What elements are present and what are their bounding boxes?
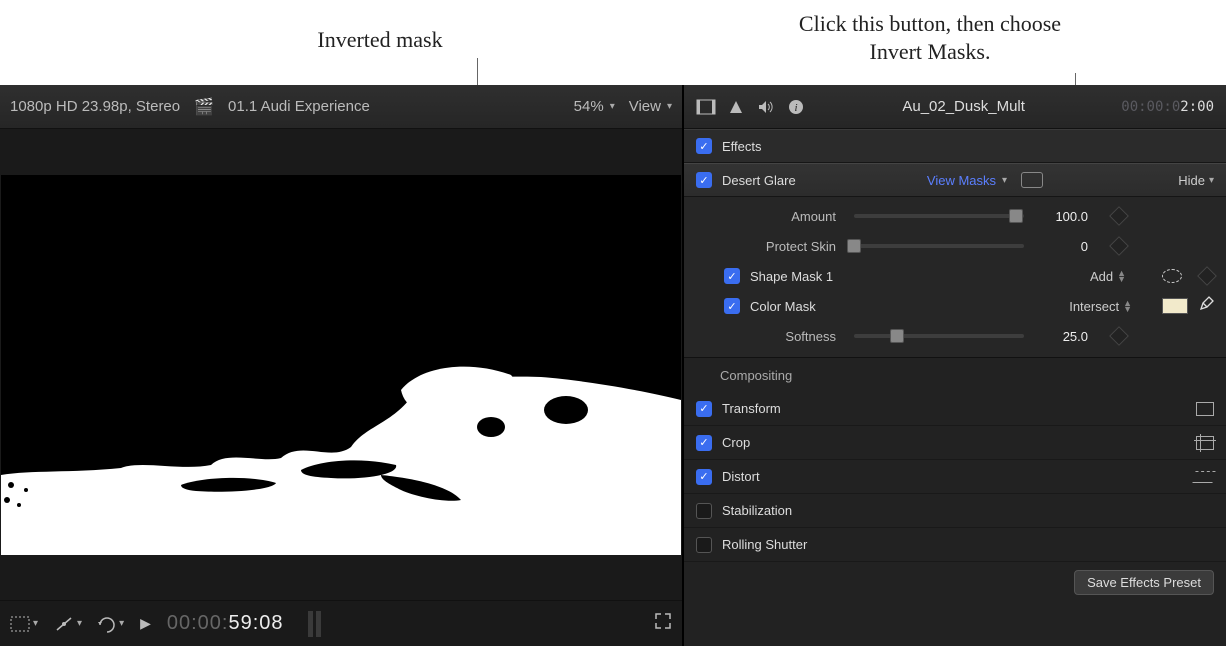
timecode-display[interactable]: 00:00:59:08 (167, 612, 284, 635)
clapperboard-icon: 🎬 (194, 97, 214, 117)
transform-checkbox[interactable] (696, 401, 712, 417)
eyedropper-button[interactable] (1198, 296, 1214, 317)
softness-value[interactable]: 25.0 (1034, 329, 1094, 344)
timecode-dim: 00:00: (167, 612, 229, 634)
app-window: 1080p HD 23.98p, Stereo 🎬 01.1 Audi Expe… (0, 85, 1226, 646)
svg-text:i: i (794, 102, 797, 114)
rolling-shutter-checkbox[interactable] (696, 537, 712, 553)
inspector-clip-name: Au_02_Dusk_Mult (816, 98, 1111, 115)
keyframe-button[interactable] (1197, 266, 1217, 286)
chevron-down-icon: ▾ (610, 101, 615, 112)
crop-icon[interactable] (1196, 436, 1214, 450)
distort-icon[interactable] (1192, 471, 1215, 483)
chevron-down-icon: ▾ (33, 618, 38, 629)
audio-meter (308, 611, 321, 637)
play-button[interactable]: ▶ (140, 615, 151, 632)
inspector-body: Effects Desert Glare View Masks ▾ Hide ▾ (684, 129, 1226, 646)
shape-mask-checkbox[interactable] (724, 268, 740, 284)
viewer-canvas-area (0, 129, 682, 600)
zoom-value: 54% (574, 98, 604, 115)
color-mask-checkbox[interactable] (724, 298, 740, 314)
effects-label: Effects (722, 139, 762, 154)
transport-bar: ▾ ▾ ▾ ▶ 00:00:59:08 (0, 600, 682, 646)
clip-appearance-menu[interactable]: ▾ (10, 616, 38, 632)
amount-slider[interactable] (854, 214, 1024, 218)
inspector-pane: i Au_02_Dusk_Mult 00:00:02:00 Effects De… (684, 85, 1226, 646)
timecode-bright: 59:08 (228, 612, 283, 634)
protect-skin-slider[interactable] (854, 244, 1024, 248)
compositing-section[interactable]: Compositing (684, 358, 1226, 392)
amount-value[interactable]: 100.0 (1034, 209, 1094, 224)
callout-invert-masks-button: Click this button, then choose Invert Ma… (780, 10, 1080, 65)
chevron-down-icon: ▾ (1209, 175, 1214, 186)
transform-section[interactable]: Transform (684, 392, 1226, 426)
protect-skin-value[interactable]: 0 (1034, 239, 1094, 254)
param-amount: Amount 100.0 (684, 201, 1226, 231)
tab-info[interactable]: i (786, 97, 806, 117)
softness-slider[interactable] (854, 334, 1024, 338)
fullscreen-button[interactable] (654, 612, 672, 635)
tab-audio[interactable] (756, 97, 776, 117)
effect-checkbox[interactable] (696, 172, 712, 188)
mask-image (1, 175, 681, 555)
save-effects-preset-button[interactable]: Save Effects Preset (1074, 570, 1214, 595)
stepper-icon (1123, 300, 1132, 312)
clip-title: 01.1 Audi Experience (228, 98, 370, 115)
crop-checkbox[interactable] (696, 435, 712, 451)
viewer-pane: 1080p HD 23.98p, Stereo 🎬 01.1 Audi Expe… (0, 85, 684, 646)
chevron-down-icon: ▾ (77, 618, 82, 629)
chevron-down-icon: ▾ (667, 101, 672, 112)
chevron-down-icon: ▾ (1002, 175, 1007, 186)
shape-mask-add-menu[interactable]: Add (1084, 267, 1132, 286)
view-label: View (629, 98, 661, 115)
keyframe-button[interactable] (1109, 206, 1129, 226)
hide-effect-button[interactable]: Hide ▾ (1178, 173, 1214, 188)
viewer-header: 1080p HD 23.98p, Stereo 🎬 01.1 Audi Expe… (0, 85, 682, 129)
crop-section[interactable]: Crop (684, 426, 1226, 460)
zoom-menu[interactable]: 54% ▾ (574, 98, 615, 115)
rolling-shutter-section[interactable]: Rolling Shutter (684, 528, 1226, 562)
format-info: 1080p HD 23.98p, Stereo (10, 98, 180, 115)
effects-checkbox[interactable] (696, 138, 712, 154)
keyframe-button[interactable] (1109, 326, 1129, 346)
distort-checkbox[interactable] (696, 469, 712, 485)
color-mask-mode-menu[interactable]: Intersect (1063, 297, 1138, 316)
view-masks-menu[interactable]: View Masks ▾ (927, 173, 1007, 188)
tab-color[interactable] (726, 97, 746, 117)
param-shape-mask: Shape Mask 1 Add (684, 261, 1226, 291)
mask-preview[interactable] (1, 175, 681, 555)
inspector-tabs: i (696, 97, 806, 117)
inspector-header: i Au_02_Dusk_Mult 00:00:02:00 (684, 85, 1226, 129)
param-protect-skin: Protect Skin 0 (684, 231, 1226, 261)
stabilization-section[interactable]: Stabilization (684, 494, 1226, 528)
param-softness: Softness 25.0 (684, 321, 1226, 351)
distort-section[interactable]: Distort (684, 460, 1226, 494)
effect-params: Amount 100.0 Protect Skin 0 Shape Mask 1… (684, 197, 1226, 358)
transform-tool-menu[interactable]: ▾ (54, 615, 82, 633)
param-color-mask: Color Mask Intersect (684, 291, 1226, 321)
callout-inverted-mask: Inverted mask (280, 26, 480, 54)
transform-reset-icon[interactable] (1196, 402, 1214, 416)
color-swatch[interactable] (1162, 298, 1188, 314)
view-menu[interactable]: View ▾ (629, 98, 672, 115)
callout-text: Click this button, then choose Invert Ma… (799, 11, 1061, 64)
chevron-down-icon: ▾ (119, 618, 124, 629)
stepper-icon (1117, 270, 1126, 282)
retime-menu[interactable]: ▾ (98, 615, 124, 633)
callout-text: Inverted mask (317, 27, 442, 52)
keyframe-button[interactable] (1109, 236, 1129, 256)
effect-name: Desert Glare (722, 173, 796, 188)
inspector-duration: 00:00:02:00 (1121, 99, 1214, 115)
shape-mask-icon[interactable] (1162, 269, 1182, 283)
effect-row-desert-glare[interactable]: Desert Glare View Masks ▾ Hide ▾ (684, 163, 1226, 197)
tab-video[interactable] (696, 97, 716, 117)
effects-section-header[interactable]: Effects (684, 129, 1226, 163)
apply-effect-masks-button[interactable] (1021, 172, 1043, 188)
stabilization-checkbox[interactable] (696, 503, 712, 519)
